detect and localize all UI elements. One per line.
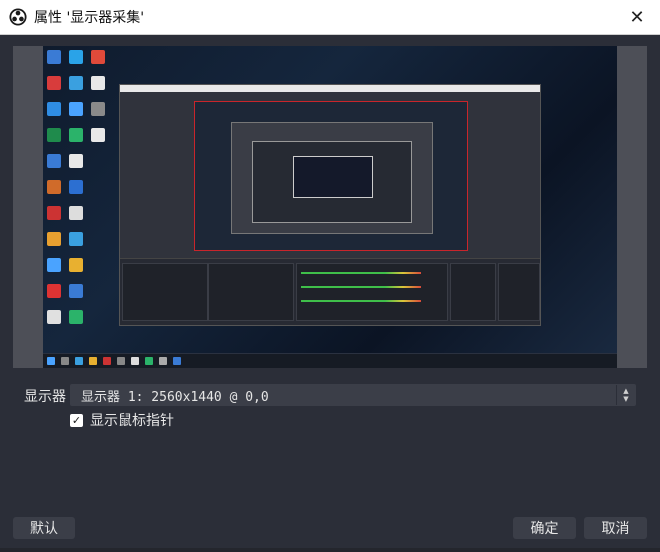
cancel-button[interactable]: 取消 xyxy=(584,517,647,539)
defaults-button[interactable]: 默认 xyxy=(13,517,75,539)
preview-taskbar xyxy=(43,353,617,368)
show-cursor-row[interactable]: ✓ 显示鼠标指针 xyxy=(70,410,174,430)
display-label: 显示器 xyxy=(24,389,66,405)
window-title: 属性 '显示器采集' xyxy=(34,10,145,26)
show-cursor-checkbox[interactable]: ✓ xyxy=(70,413,83,427)
show-cursor-label: 显示鼠标指针 xyxy=(90,413,174,429)
ok-button[interactable]: 确定 xyxy=(513,517,576,539)
display-select[interactable]: 显示器 1: 2560x1440 @ 0,0 ▲ ▼ xyxy=(70,384,636,406)
preview-screen xyxy=(43,46,617,368)
close-icon: ✕ xyxy=(629,6,645,28)
nested-obs-window xyxy=(119,84,541,326)
title-bar: 属性 '显示器采集' ✕ xyxy=(0,0,660,35)
nested-preview xyxy=(194,101,468,251)
nested-docks xyxy=(120,258,540,325)
bottom-strip xyxy=(0,548,660,552)
obs-logo-icon xyxy=(9,8,27,26)
capture-preview xyxy=(13,46,647,368)
display-select-value: 显示器 1: 2560x1440 @ 0,0 xyxy=(81,389,269,405)
close-button[interactable]: ✕ xyxy=(614,0,660,34)
spinner-arrows-icon[interactable]: ▲ ▼ xyxy=(616,385,635,405)
checkmark-icon: ✓ xyxy=(71,413,82,427)
